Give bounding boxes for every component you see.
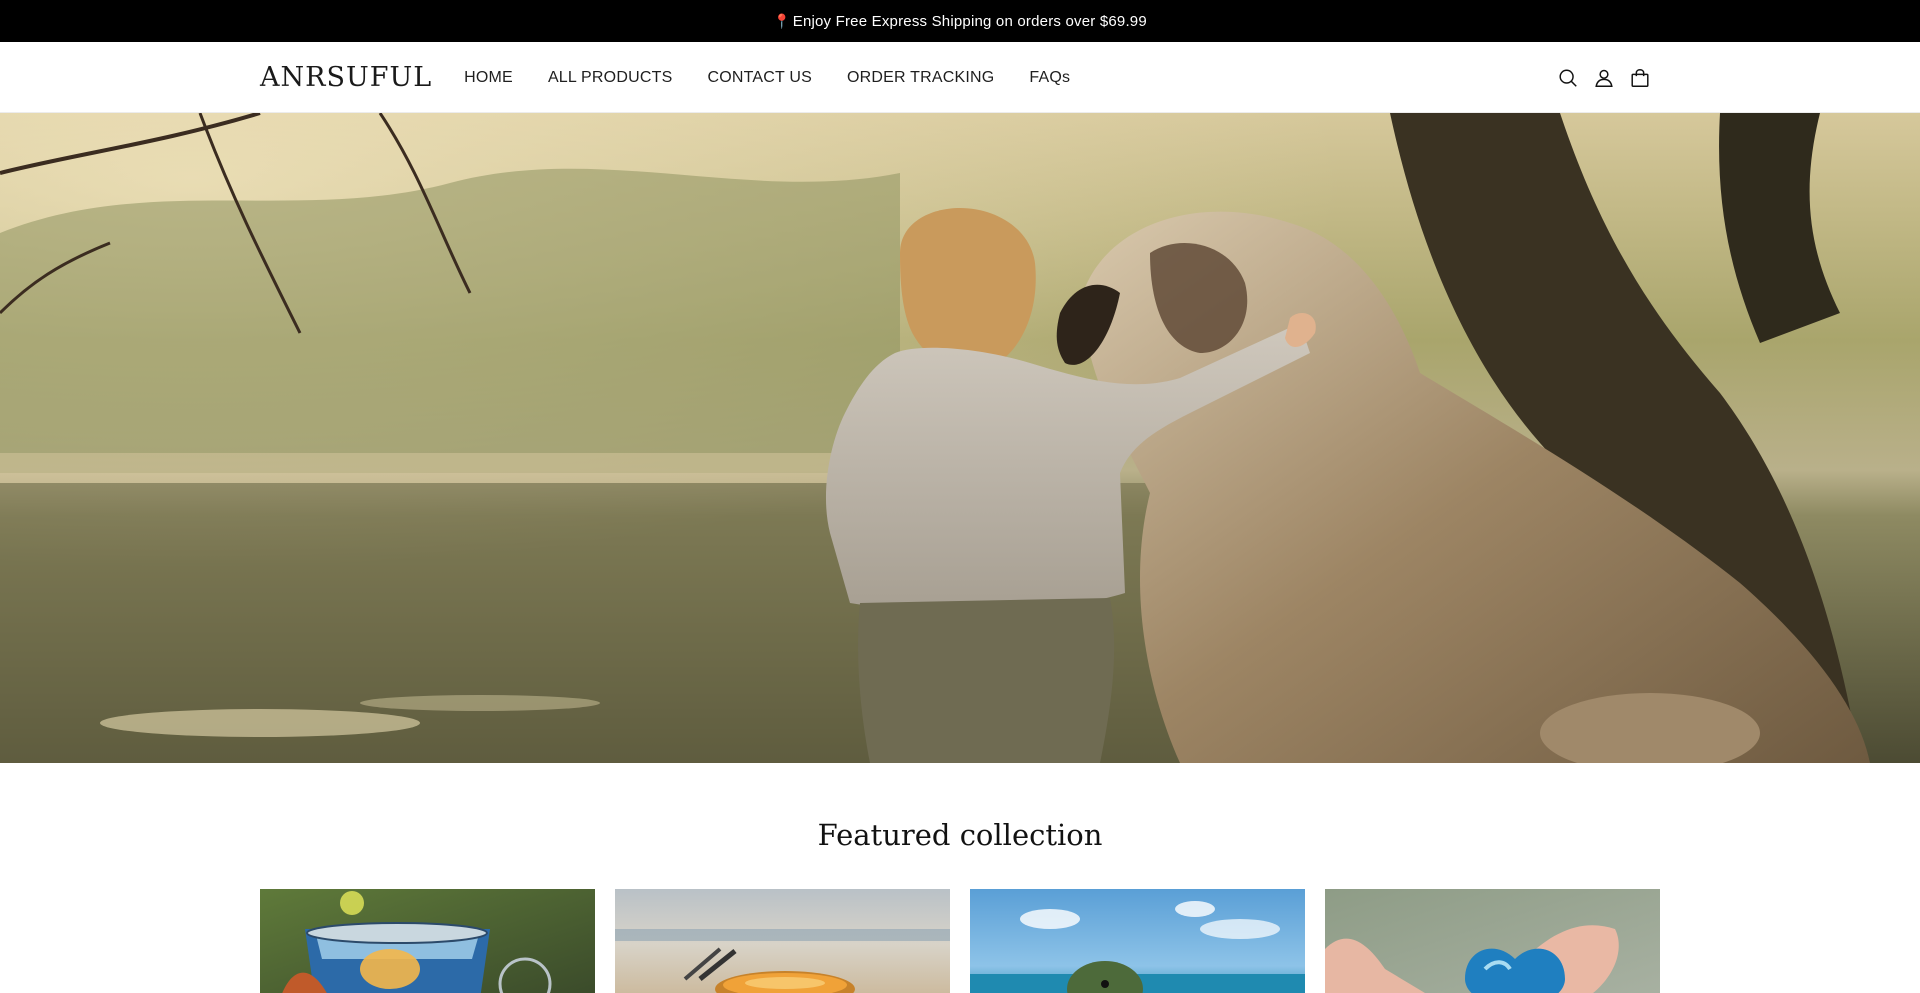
featured-collection-title: Featured collection [817, 818, 1103, 852]
search-button[interactable] [1550, 60, 1586, 96]
search-icon [1559, 68, 1577, 87]
site-logo[interactable]: ANRSUFUL [260, 64, 432, 91]
nav-all-products[interactable]: ALL PRODUCTS [548, 69, 673, 87]
product-image [260, 889, 595, 993]
nav-home[interactable]: HOME [464, 69, 513, 87]
announcement-bar: 📍 Enjoy Free Express Shipping on orders … [0, 0, 1920, 42]
nav-faqs[interactable]: FAQs [1029, 69, 1070, 87]
product-image [1325, 889, 1660, 993]
site-header: ANRSUFUL HOME ALL PRODUCTS CONTACT US OR… [0, 42, 1920, 113]
cart-button[interactable] [1622, 60, 1658, 96]
main-nav: HOME ALL PRODUCTS CONTACT US ORDER TRACK… [464, 69, 1105, 87]
pin-icon: 📍 [773, 12, 791, 29]
announcement-text: Enjoy Free Express Shipping on orders ov… [792, 12, 1147, 30]
nav-order-tracking[interactable]: ORDER TRACKING [847, 69, 994, 87]
product-card[interactable] [260, 889, 595, 993]
product-card[interactable] [615, 889, 950, 993]
product-card[interactable] [1325, 889, 1660, 993]
account-icon [1595, 69, 1613, 87]
header-icons [1550, 42, 1658, 113]
product-image [970, 889, 1305, 993]
hero-banner[interactable] [0, 113, 1920, 763]
product-card[interactable] [970, 889, 1305, 993]
account-button[interactable] [1586, 60, 1622, 96]
cart-icon [1631, 68, 1649, 87]
product-grid [260, 889, 1660, 993]
product-image [615, 889, 950, 993]
nav-contact-us[interactable]: CONTACT US [707, 69, 812, 87]
hero-image [0, 113, 1920, 763]
featured-collection: Featured collection [0, 763, 1920, 993]
